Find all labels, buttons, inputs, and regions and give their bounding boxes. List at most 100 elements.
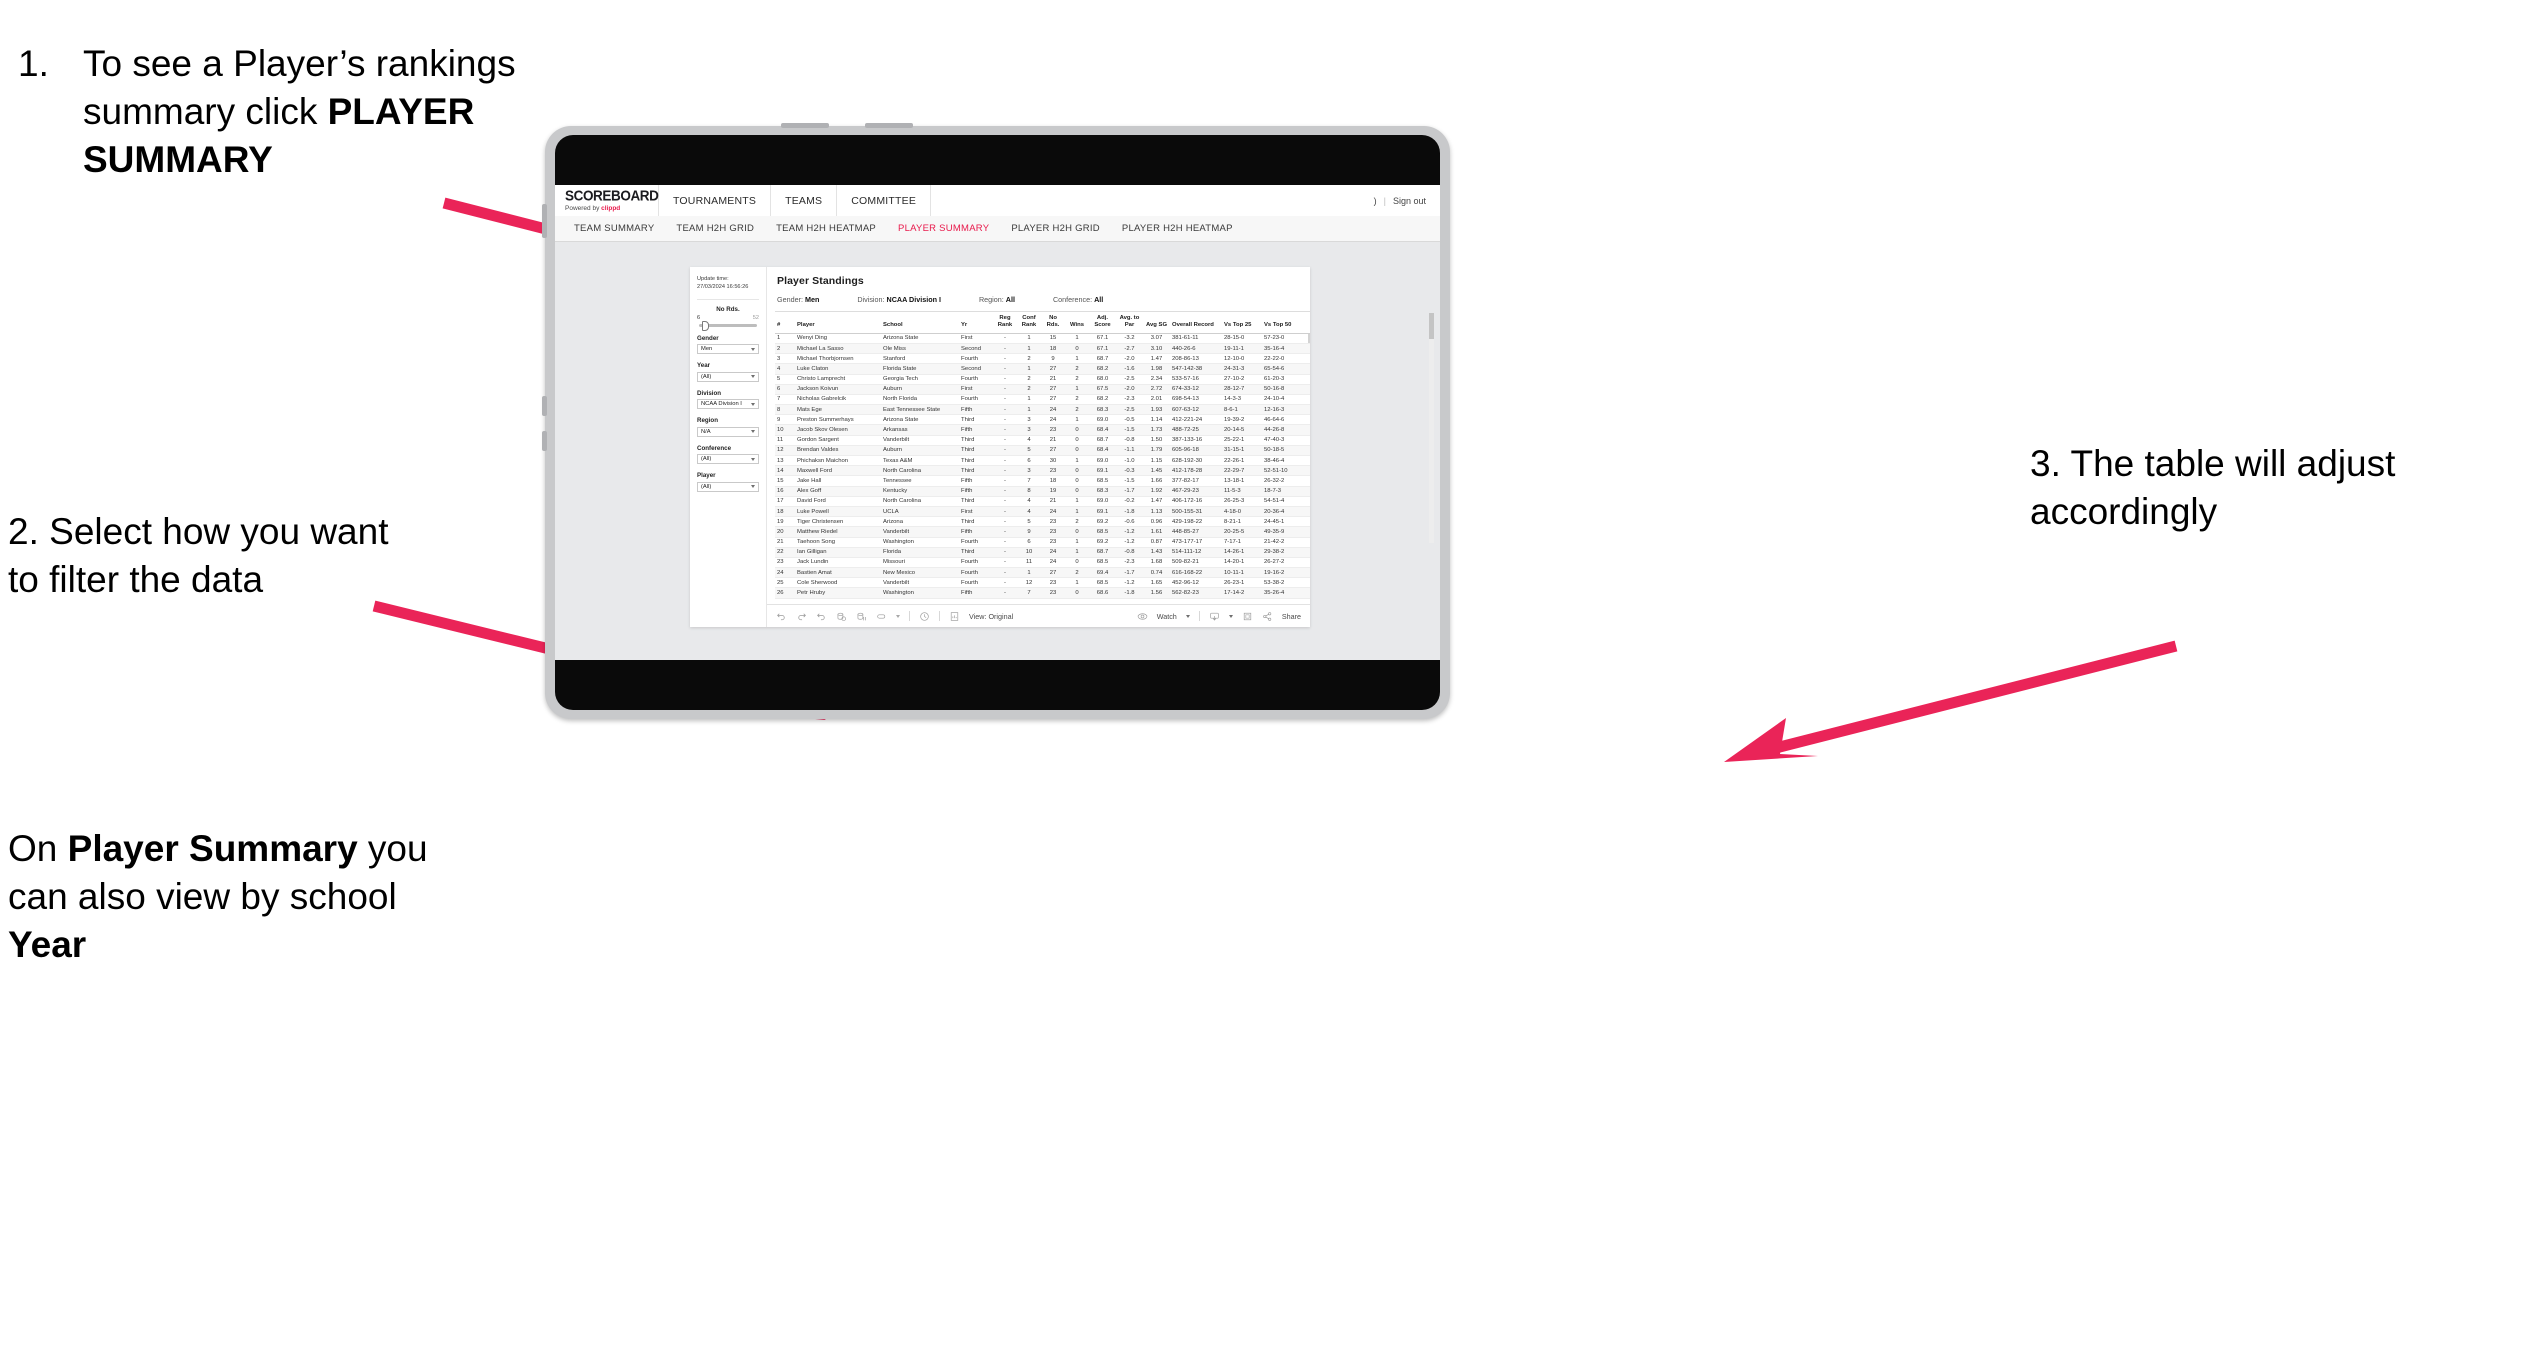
- undo-icon[interactable]: [776, 611, 787, 622]
- gender-select[interactable]: Men: [697, 344, 759, 355]
- nav-item-teams[interactable]: TEAMS: [771, 185, 838, 216]
- table-row[interactable]: 21 Taehoon Song Washington Fourth -6 23 1 69.2-…: [775, 537, 1310, 548]
- watch-label[interactable]: Watch: [1157, 612, 1177, 621]
- view-original-icon[interactable]: [949, 611, 960, 622]
- region-select[interactable]: N/A: [697, 426, 759, 437]
- table-row[interactable]: 14 Maxwell Ford North Carolina Third -3 23 0 69…: [775, 465, 1310, 477]
- col-no-rds[interactable]: No Rds.: [1041, 311, 1065, 334]
- table-row[interactable]: 4 Luke Claton Florida State Second -1 27 2 68.2…: [775, 363, 1310, 375]
- view-original-label[interactable]: View: Original: [969, 612, 1013, 621]
- player-select[interactable]: (All): [697, 481, 759, 492]
- cell-points: 40.98: [1302, 526, 1310, 538]
- cell-points: 46.77: [1302, 414, 1310, 426]
- watch-eye-icon[interactable]: [1137, 611, 1148, 622]
- chevron-down-icon: [751, 485, 755, 489]
- table-row[interactable]: 9 Preston Summerhays Arizona State Third -3 2…: [775, 414, 1310, 426]
- table-scrollbar[interactable]: [1429, 313, 1434, 543]
- col-vs-top-50[interactable]: Vs Top 50: [1262, 311, 1302, 334]
- cell-overall-record: 473-177-17: [1170, 537, 1222, 548]
- redo-icon[interactable]: [796, 611, 807, 622]
- col-avg-sg[interactable]: Avg SG: [1143, 311, 1170, 334]
- table-row[interactable]: 8 Mats Ege East Tennessee State Fifth -1 24 2 6…: [775, 404, 1310, 416]
- table-row[interactable]: 17 David Ford North Carolina Third -4 21 1 69.0…: [775, 496, 1310, 507]
- table-row[interactable]: 5 Christo Lamprecht Georgia Tech Fourth -2 21…: [775, 374, 1310, 385]
- history-icon[interactable]: [919, 611, 930, 622]
- table-row[interactable]: 15 Jake Hall Tennessee Fifth -7 18 0 68.5 -1.5 1.…: [775, 475, 1310, 487]
- table-row[interactable]: 20 Matthew Riedel Vanderbilt Fifth -9 23 0 68.5…: [775, 526, 1310, 538]
- cell-vs-top-50: 44-26-8: [1262, 424, 1302, 436]
- table-row[interactable]: 2 Michael La Sasso Ole Miss Second -1 18 0 67.1…: [775, 343, 1310, 355]
- tab-player-h2h-grid[interactable]: PLAYER H2H GRID: [1000, 223, 1111, 234]
- table-row[interactable]: 25 Cole Sherwood Vanderbilt Fourth -12 23 1 68.…: [775, 577, 1310, 589]
- sign-out-link[interactable]: Sign out: [1393, 196, 1426, 206]
- table-row[interactable]: 7 Nicholas Gabrelcik North Florida Fourth -1…: [775, 394, 1310, 406]
- no-rounds-slider-handle[interactable]: [702, 321, 710, 332]
- share-label[interactable]: Share: [1282, 612, 1301, 621]
- pan-chevron-down-icon[interactable]: [896, 614, 900, 618]
- table-row[interactable]: 24 Bastien Amat New Mexico Fourth -1 27 2 69.4-…: [775, 567, 1310, 579]
- cell-adj-score: 67.1: [1089, 333, 1116, 344]
- table-row[interactable]: 10 Jacob Skov Olesen Arkansas Fifth -3 23 0 68.…: [775, 424, 1310, 436]
- cell-vs-top-50: 24-45-1: [1262, 516, 1302, 528]
- col-yr[interactable]: Yr: [959, 311, 993, 334]
- nav-item-committee[interactable]: COMMITTEE: [837, 185, 932, 216]
- conference-select[interactable]: (All): [697, 454, 759, 465]
- download-chevron-down-icon[interactable]: [1228, 614, 1233, 618]
- cell-points: 44.82: [1302, 424, 1310, 436]
- table-row[interactable]: 6 Jackson Koivun Auburn First -2 27 1 67.5 -2.0 2…: [775, 384, 1310, 395]
- table-row[interactable]: 12 Brendan Valdes Auburn Third -5 27 0 68.4 -1.1…: [775, 445, 1310, 457]
- cell-conf-rank: 5: [1017, 445, 1041, 457]
- table-row[interactable]: 23 Jack Lundin Missouri Fourth -11 24 0 68.5 -2.…: [775, 557, 1310, 569]
- callout-step-2-note: On Player Summary you can also view by s…: [8, 825, 428, 969]
- cell-school: Arkansas: [881, 424, 959, 436]
- pan-icon[interactable]: [876, 611, 887, 622]
- tab-player-summary[interactable]: PLAYER SUMMARY: [887, 223, 1000, 234]
- col-overall-record[interactable]: Overall Record: [1170, 311, 1222, 334]
- tab-team-summary[interactable]: TEAM SUMMARY: [563, 223, 665, 234]
- download-icon[interactable]: [1209, 611, 1220, 622]
- cell-no-rds: 23: [1041, 537, 1065, 548]
- col-player[interactable]: Player: [795, 311, 881, 334]
- col-avg-to-par[interactable]: Avg. to Par: [1116, 311, 1143, 334]
- col-points[interactable]: Points: [1302, 311, 1310, 334]
- table-row[interactable]: 16 Alex Goff Kentucky Fifth -8 19 0 68.3 -1.7 1.9…: [775, 486, 1310, 497]
- refresh-data-icon[interactable]: [836, 611, 847, 622]
- share-icon[interactable]: [1262, 611, 1273, 622]
- col-vs-top-25[interactable]: Vs Top 25: [1222, 311, 1262, 334]
- scoreboard-logo[interactable]: SCOREBOARD Powered by clippd: [555, 185, 659, 216]
- cell-wins: 1: [1065, 577, 1089, 589]
- cell-avg-to-par: -1.2: [1116, 577, 1143, 589]
- tab-team-h2h-heatmap[interactable]: TEAM H2H HEATMAP: [765, 223, 887, 234]
- col-wins[interactable]: Wins: [1065, 311, 1089, 334]
- nav-item-tournaments[interactable]: TOURNAMENTS: [659, 185, 772, 216]
- summary-gender-value: Men: [804, 295, 820, 304]
- col-conf-rank[interactable]: Conf Rank: [1017, 311, 1041, 334]
- no-rounds-slider[interactable]: [699, 321, 757, 332]
- col-rank[interactable]: #: [775, 311, 795, 334]
- tab-player-h2h-heatmap[interactable]: PLAYER H2H HEATMAP: [1111, 223, 1244, 234]
- division-select[interactable]: NCAA Division I: [697, 399, 759, 410]
- year-value: (All): [701, 373, 712, 380]
- revert-icon[interactable]: [816, 611, 827, 622]
- cell-vs-top-50: 54-51-4: [1262, 496, 1302, 507]
- pause-data-icon[interactable]: [856, 611, 867, 622]
- table-row[interactable]: 26 Petr Hruby Washington Fifth -7 23 0 68.6 -1.8…: [775, 587, 1310, 599]
- region-value: N/A: [701, 428, 711, 435]
- col-school[interactable]: School: [881, 311, 959, 334]
- col-reg-rank[interactable]: Reg Rank: [993, 311, 1017, 334]
- table-row[interactable]: 22 Ian Gilligan Florida Third -10 24 1 68.7 -0.8…: [775, 547, 1310, 558]
- table-row[interactable]: 11 Gordon Sargent Vanderbilt Third -4 21 0 68.7…: [775, 435, 1310, 446]
- table-row[interactable]: 13 Phichaksn Maichon Texas A&M Third -6 30 1 69…: [775, 455, 1310, 467]
- table-row[interactable]: 18 Luke Powell UCLA First -4 24 1 69.1 -1.8 1.13 5…: [775, 506, 1310, 518]
- table-scrollbar-thumb[interactable]: [1429, 313, 1434, 339]
- table-row[interactable]: 19 Tiger Christensen Arizona Third -5 23 2 69.2…: [775, 516, 1310, 528]
- cell-avg-to-par: -2.0: [1116, 353, 1143, 365]
- table-row[interactable]: 3 Michael Thorbjornsen Stanford Fourth -2 9 1 6…: [775, 353, 1310, 365]
- fullscreen-icon[interactable]: [1242, 611, 1253, 622]
- cell-reg-rank: -: [993, 384, 1017, 395]
- col-adj-score[interactable]: Adj. Score: [1089, 311, 1116, 334]
- watch-chevron-down-icon[interactable]: [1185, 614, 1190, 618]
- tab-team-h2h-grid[interactable]: TEAM H2H GRID: [665, 223, 765, 234]
- table-row[interactable]: 1 Wenyi Ding Arizona State First -1 15 1 67.1 -3…: [775, 333, 1310, 344]
- year-select[interactable]: (All): [697, 371, 759, 382]
